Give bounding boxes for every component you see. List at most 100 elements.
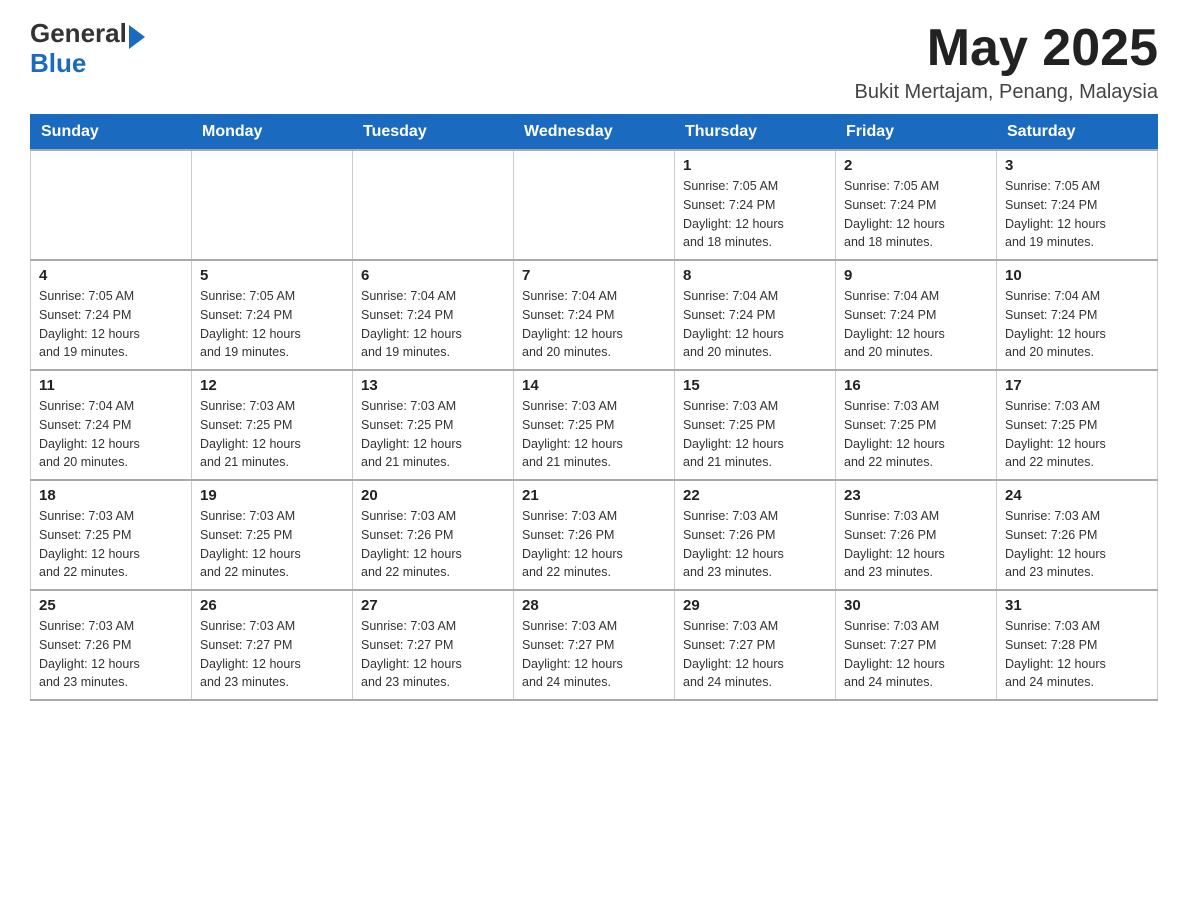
table-row: 28 Sunrise: 7:03 AMSunset: 7:27 PMDayligh… [514,590,675,700]
day-info: Sunrise: 7:03 AMSunset: 7:26 PMDaylight:… [522,507,666,582]
day-info: Sunrise: 7:03 AMSunset: 7:26 PMDaylight:… [39,617,183,692]
calendar-week-row: 4 Sunrise: 7:05 AMSunset: 7:24 PMDaylight… [31,260,1158,370]
day-number: 27 [361,597,505,614]
day-number: 7 [522,267,666,284]
day-number: 8 [683,267,827,284]
day-info: Sunrise: 7:04 AMSunset: 7:24 PMDaylight:… [39,397,183,472]
logo-general: General [30,18,127,48]
day-info: Sunrise: 7:05 AMSunset: 7:24 PMDaylight:… [200,287,344,362]
day-info: Sunrise: 7:03 AMSunset: 7:25 PMDaylight:… [200,507,344,582]
day-number: 25 [39,597,183,614]
day-info: Sunrise: 7:03 AMSunset: 7:25 PMDaylight:… [200,397,344,472]
day-number: 1 [683,157,827,174]
day-number: 26 [200,597,344,614]
day-info: Sunrise: 7:03 AMSunset: 7:28 PMDaylight:… [1005,617,1149,692]
table-row: 23 Sunrise: 7:03 AMSunset: 7:26 PMDayligh… [836,480,997,590]
day-info: Sunrise: 7:03 AMSunset: 7:26 PMDaylight:… [683,507,827,582]
table-row: 7 Sunrise: 7:04 AMSunset: 7:24 PMDaylight… [514,260,675,370]
day-info: Sunrise: 7:03 AMSunset: 7:27 PMDaylight:… [844,617,988,692]
day-info: Sunrise: 7:03 AMSunset: 7:27 PMDaylight:… [200,617,344,692]
day-info: Sunrise: 7:04 AMSunset: 7:24 PMDaylight:… [522,287,666,362]
table-row: 21Sunrise: 7:03 AMSunset: 7:26 PMDayligh… [514,480,675,590]
day-info: Sunrise: 7:03 AMSunset: 7:26 PMDaylight:… [844,507,988,582]
table-row [353,150,514,260]
day-number: 30 [844,597,988,614]
day-info: Sunrise: 7:03 AMSunset: 7:25 PMDaylight:… [683,397,827,472]
day-info: Sunrise: 7:03 AMSunset: 7:27 PMDaylight:… [522,617,666,692]
day-number: 5 [200,267,344,284]
day-info: Sunrise: 7:03 AMSunset: 7:25 PMDaylight:… [361,397,505,472]
table-row: 15 Sunrise: 7:03 AMSunset: 7:25 PMDayligh… [675,370,836,480]
table-row: 27 Sunrise: 7:03 AMSunset: 7:27 PMDayligh… [353,590,514,700]
table-row: 19Sunrise: 7:03 AMSunset: 7:25 PMDayligh… [192,480,353,590]
calendar-week-row: 11 Sunrise: 7:04 AMSunset: 7:24 PMDayligh… [31,370,1158,480]
day-info: Sunrise: 7:03 AMSunset: 7:27 PMDaylight:… [683,617,827,692]
day-number: 2 [844,157,988,174]
day-info: Sunrise: 7:03 AMSunset: 7:25 PMDaylight:… [39,507,183,582]
table-row: 1 Sunrise: 7:05 AMSunset: 7:24 PMDaylight… [675,150,836,260]
day-number: 24 [1005,487,1149,504]
day-number: 11 [39,377,183,394]
col-friday: Friday [836,115,997,151]
day-info: Sunrise: 7:05 AMSunset: 7:24 PMDaylight:… [39,287,183,362]
day-info: Sunrise: 7:04 AMSunset: 7:24 PMDaylight:… [361,287,505,362]
day-number: 16 [844,377,988,394]
table-row: 12 Sunrise: 7:03 AMSunset: 7:25 PMDayligh… [192,370,353,480]
col-thursday: Thursday [675,115,836,151]
day-number: 31 [1005,597,1149,614]
col-wednesday: Wednesday [514,115,675,151]
day-number: 10 [1005,267,1149,284]
table-row: 26 Sunrise: 7:03 AMSunset: 7:27 PMDayligh… [192,590,353,700]
day-info: Sunrise: 7:03 AMSunset: 7:27 PMDaylight:… [361,617,505,692]
day-number: 3 [1005,157,1149,174]
table-row: 18Sunrise: 7:03 AMSunset: 7:25 PMDayligh… [31,480,192,590]
table-row: 20Sunrise: 7:03 AMSunset: 7:26 PMDayligh… [353,480,514,590]
day-number: 14 [522,377,666,394]
day-info: Sunrise: 7:03 AMSunset: 7:26 PMDaylight:… [1005,507,1149,582]
month-title: May 2025 [855,20,1158,77]
table-row [514,150,675,260]
table-row [192,150,353,260]
day-number: 17 [1005,377,1149,394]
day-number: 4 [39,267,183,284]
day-number: 23 [844,487,988,504]
col-sunday: Sunday [31,115,192,151]
table-row: 11 Sunrise: 7:04 AMSunset: 7:24 PMDayligh… [31,370,192,480]
page-header: General Blue May 2025 Bukit Mertajam, Pe… [30,20,1158,104]
logo-triangle-icon [129,25,145,49]
table-row: 14 Sunrise: 7:03 AMSunset: 7:25 PMDayligh… [514,370,675,480]
day-number: 29 [683,597,827,614]
table-row: 29 Sunrise: 7:03 AMSunset: 7:27 PMDayligh… [675,590,836,700]
table-row: 31 Sunrise: 7:03 AMSunset: 7:28 PMDayligh… [997,590,1158,700]
day-number: 12 [200,377,344,394]
table-row: 24 Sunrise: 7:03 AMSunset: 7:26 PMDayligh… [997,480,1158,590]
day-info: Sunrise: 7:05 AMSunset: 7:24 PMDaylight:… [844,177,988,252]
day-info: Sunrise: 7:05 AMSunset: 7:24 PMDaylight:… [683,177,827,252]
table-row: 22 Sunrise: 7:03 AMSunset: 7:26 PMDayligh… [675,480,836,590]
table-row: 6Sunrise: 7:04 AMSunset: 7:24 PMDaylight… [353,260,514,370]
day-info: Sunrise: 7:04 AMSunset: 7:24 PMDaylight:… [1005,287,1149,362]
day-info: Sunrise: 7:04 AMSunset: 7:24 PMDaylight:… [683,287,827,362]
day-info: Sunrise: 7:03 AMSunset: 7:25 PMDaylight:… [844,397,988,472]
calendar-table: Sunday Monday Tuesday Wednesday Thursday… [30,114,1158,701]
col-saturday: Saturday [997,115,1158,151]
table-row: 16 Sunrise: 7:03 AMSunset: 7:25 PMDayligh… [836,370,997,480]
day-number: 15 [683,377,827,394]
day-number: 22 [683,487,827,504]
table-row: 4 Sunrise: 7:05 AMSunset: 7:24 PMDaylight… [31,260,192,370]
logo-blue: Blue [30,48,86,78]
day-info: Sunrise: 7:03 AMSunset: 7:25 PMDaylight:… [522,397,666,472]
table-row: 5 Sunrise: 7:05 AMSunset: 7:24 PMDaylight… [192,260,353,370]
day-number: 20 [361,487,505,504]
logo: General Blue [30,20,147,76]
table-row: 8 Sunrise: 7:04 AMSunset: 7:24 PMDaylight… [675,260,836,370]
table-row: 10 Sunrise: 7:04 AMSunset: 7:24 PMDayligh… [997,260,1158,370]
table-row [31,150,192,260]
table-row: 13Sunrise: 7:03 AMSunset: 7:25 PMDayligh… [353,370,514,480]
calendar-week-row: 1 Sunrise: 7:05 AMSunset: 7:24 PMDaylight… [31,150,1158,260]
col-monday: Monday [192,115,353,151]
day-number: 28 [522,597,666,614]
table-row: 17Sunrise: 7:03 AMSunset: 7:25 PMDayligh… [997,370,1158,480]
day-info: Sunrise: 7:04 AMSunset: 7:24 PMDaylight:… [844,287,988,362]
table-row: 9Sunrise: 7:04 AMSunset: 7:24 PMDaylight… [836,260,997,370]
